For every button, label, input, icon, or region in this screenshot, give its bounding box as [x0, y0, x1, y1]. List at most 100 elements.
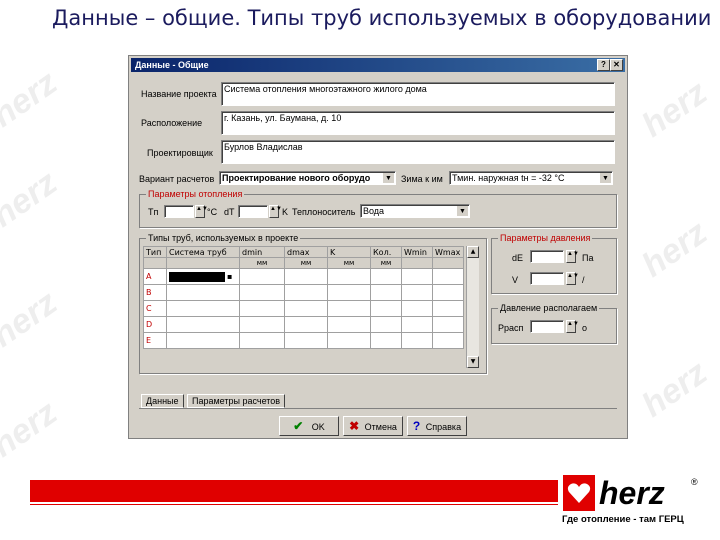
table-cell[interactable]	[166, 332, 240, 349]
pipe-system-selector[interactable]: ▪	[166, 268, 240, 285]
table-cell[interactable]	[284, 316, 328, 333]
table-cell[interactable]	[239, 284, 285, 301]
p-unit: о	[582, 323, 588, 333]
chevron-down-icon[interactable]: ▼	[456, 206, 468, 216]
p-spinner[interactable]: ▲▼	[566, 320, 579, 333]
dialog-title: Данные - Общие	[135, 60, 209, 70]
p-label: Pрасп	[498, 323, 524, 333]
tp-label: Tп	[148, 207, 159, 217]
help-button[interactable]: ? Справка	[407, 416, 467, 436]
table-cell[interactable]	[284, 268, 328, 285]
calc-variant-value: Проектирование нового оборудо	[222, 173, 371, 183]
dp-label: dE	[512, 253, 524, 263]
scroll-down-icon[interactable]: ▼	[467, 356, 479, 368]
tp-spinner[interactable]: ▲▼	[195, 205, 208, 218]
table-cell[interactable]	[432, 332, 464, 349]
designer-field[interactable]: Бурлов Владислав	[221, 140, 615, 164]
table-row[interactable]: A ▪	[143, 268, 464, 285]
heating-params-title: Параметры отопления	[146, 189, 245, 199]
v-unit: /	[582, 275, 585, 285]
table-cell[interactable]	[327, 316, 371, 333]
selected-cell[interactable]	[169, 271, 225, 282]
table-cell[interactable]	[239, 316, 285, 333]
v-input[interactable]	[530, 272, 564, 285]
table-cell[interactable]	[401, 300, 433, 317]
v-spinner[interactable]: ▲▼	[566, 272, 579, 285]
location-field[interactable]: г. Казань, ул. Баумана, д. 10	[221, 111, 615, 135]
row-label: A	[143, 268, 167, 285]
pressure-params-group: Параметры давления dE ▲▼ Па V ▲▼ /	[491, 233, 617, 294]
table-cell[interactable]	[370, 332, 402, 349]
row-label: D	[143, 316, 167, 333]
table-cell[interactable]	[166, 300, 240, 317]
table-units-row: мм мм мм мм	[143, 257, 464, 269]
project-name-field[interactable]: Система отопления многоэтажного жилого д…	[221, 82, 615, 106]
registered-mark: ®	[691, 477, 698, 487]
table-cell[interactable]	[239, 300, 285, 317]
dt-input[interactable]	[238, 205, 268, 218]
tab-calc-params[interactable]: Параметры расчетов	[187, 394, 286, 408]
watermark: herz	[635, 213, 715, 285]
chevron-down-icon[interactable]: ▼	[382, 173, 394, 183]
scroll-up-icon[interactable]: ▲	[467, 246, 479, 258]
table-cell[interactable]	[370, 316, 402, 333]
close-icon[interactable]: ✕	[610, 59, 623, 71]
table-row[interactable]: D	[143, 316, 464, 333]
cancel-button[interactable]: ✖ Отмена	[343, 416, 403, 436]
chevron-down-icon[interactable]: ▼	[599, 173, 611, 183]
watermark: herz	[0, 393, 65, 465]
table-cell[interactable]	[401, 332, 433, 349]
table-cell[interactable]	[166, 284, 240, 301]
table-cell[interactable]	[327, 332, 371, 349]
dt-spinner[interactable]: ▲▼	[269, 205, 282, 218]
table-cell[interactable]	[432, 268, 464, 285]
help-titlebar-button[interactable]: ?	[597, 59, 610, 71]
table-cell[interactable]	[401, 284, 433, 301]
col-header: dmax	[284, 246, 328, 258]
row-label: B	[143, 284, 167, 301]
tp-input[interactable]	[164, 205, 194, 218]
watermark: herz	[0, 283, 65, 355]
table-cell[interactable]	[327, 284, 371, 301]
table-row[interactable]: C	[143, 300, 464, 317]
carrier-combo[interactable]: Вода ▼	[360, 204, 470, 218]
table-cell[interactable]	[370, 268, 402, 285]
table-cell[interactable]	[370, 284, 402, 301]
dp-input[interactable]	[530, 250, 564, 263]
table-cell[interactable]	[401, 316, 433, 333]
table-row[interactable]: B	[143, 284, 464, 301]
table-cell[interactable]	[284, 284, 328, 301]
project-name-label: Название проекта	[141, 89, 217, 99]
table-vertical-scrollbar[interactable]: ▲ ▼	[466, 246, 479, 368]
dialog-titlebar: Данные - Общие ? ✕	[131, 58, 625, 72]
table-cell[interactable]	[239, 332, 285, 349]
calc-variant-combo[interactable]: Проектирование нового оборудо ▼	[219, 171, 396, 185]
table-cell[interactable]	[327, 268, 371, 285]
table-cell[interactable]	[401, 268, 433, 285]
dropdown-dot-icon[interactable]: ▪	[227, 272, 232, 281]
table-cell[interactable]	[284, 332, 328, 349]
ok-button[interactable]: ✔ OK	[279, 416, 339, 436]
dp-spinner[interactable]: ▲▼	[566, 250, 579, 263]
col-header: Wmin	[401, 246, 433, 258]
season-combo[interactable]: Тмин. наружная tн = -32 °C ▼	[449, 171, 613, 185]
p-input[interactable]	[530, 320, 564, 333]
table-cell[interactable]	[284, 300, 328, 317]
unit-cell	[166, 257, 240, 269]
col-header: K	[327, 246, 371, 258]
table-row[interactable]: E	[143, 332, 464, 349]
watermark: herz	[0, 163, 65, 235]
cancel-label: Отмена	[364, 422, 397, 432]
unit-cell	[432, 257, 464, 269]
table-cell[interactable]	[432, 300, 464, 317]
table-cell[interactable]	[327, 300, 371, 317]
table-cell[interactable]	[432, 316, 464, 333]
table-cell[interactable]	[432, 284, 464, 301]
season-label: Зима к им	[401, 174, 443, 184]
v-label: V	[512, 275, 519, 285]
table-cell[interactable]	[166, 316, 240, 333]
table-cell[interactable]	[370, 300, 402, 317]
table-cell[interactable]	[239, 268, 285, 285]
tab-data[interactable]: Данные	[141, 394, 184, 408]
footer-red-line	[30, 504, 558, 505]
